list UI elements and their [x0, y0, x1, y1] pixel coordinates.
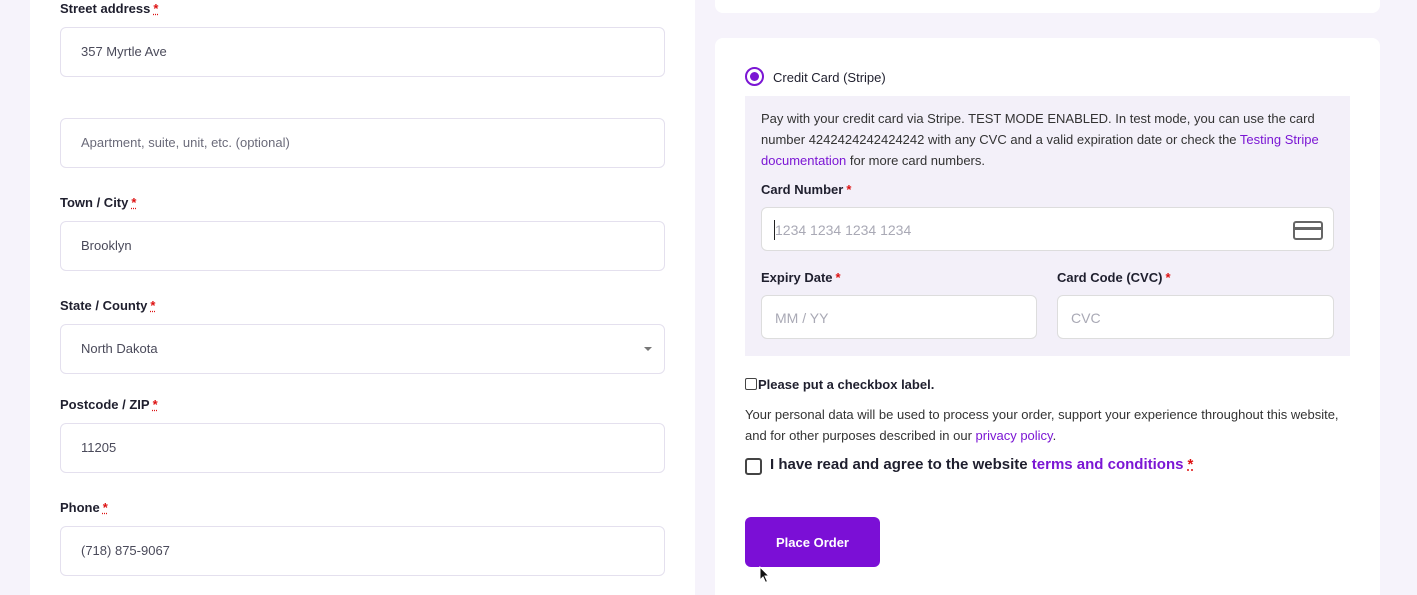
cvc-input[interactable]: CVC — [1057, 295, 1334, 339]
zip-input[interactable]: 11205 — [60, 423, 665, 473]
card-number-input[interactable]: 1234 1234 1234 1234 — [761, 207, 1334, 251]
required-mark: * — [1187, 456, 1194, 473]
card-number-placeholder: 1234 1234 1234 1234 — [775, 222, 912, 238]
required-mark: * — [150, 298, 156, 313]
zip-value: 11205 — [81, 440, 117, 455]
street-address-value: 357 Myrtle Ave — [81, 44, 167, 59]
terms-and-conditions-link[interactable]: terms and conditions — [1032, 456, 1184, 473]
generic-checkbox[interactable] — [745, 378, 757, 390]
expiry-date-input[interactable]: MM / YY — [761, 295, 1037, 339]
terms-checkbox[interactable] — [745, 458, 762, 475]
street-address-label: Street address * — [60, 1, 159, 16]
state-select[interactable]: North Dakota — [60, 324, 665, 374]
required-mark: * — [131, 195, 137, 210]
state-label: State / County * — [60, 298, 156, 313]
phone-label: Phone * — [60, 500, 108, 515]
generic-checkbox-label[interactable]: Please put a checkbox label. — [758, 377, 934, 392]
state-value: North Dakota — [81, 341, 158, 356]
privacy-policy-link[interactable]: privacy policy — [976, 428, 1053, 443]
card-number-label: Card Number * — [761, 182, 852, 197]
credit-card-method-label[interactable]: Credit Card (Stripe) — [773, 70, 886, 85]
phone-value: (718) 875-9067 — [81, 543, 170, 558]
expiry-date-placeholder: MM / YY — [775, 310, 829, 326]
city-label: Town / City * — [60, 195, 137, 210]
required-mark: * — [152, 397, 158, 412]
stripe-description: Pay with your credit card via Stripe. TE… — [761, 111, 1319, 168]
credit-card-icon — [1293, 221, 1323, 240]
city-input[interactable]: Brooklyn — [60, 221, 665, 271]
chevron-down-icon — [644, 347, 652, 351]
street-address-line2-placeholder: Apartment, suite, unit, etc. (optional) — [81, 135, 290, 150]
place-order-button[interactable]: Place Order — [745, 517, 880, 567]
cvc-label: Card Code (CVC) * — [1057, 270, 1171, 285]
cvc-placeholder: CVC — [1071, 310, 1101, 326]
expiry-date-label: Expiry Date * — [761, 270, 841, 285]
credit-card-radio[interactable] — [745, 67, 764, 86]
street-address-input[interactable]: 357 Myrtle Ave — [60, 27, 665, 77]
phone-input[interactable]: (718) 875-9067 — [60, 526, 665, 576]
mouse-pointer-icon — [759, 566, 771, 584]
city-value: Brooklyn — [81, 238, 132, 253]
order-review-card — [715, 0, 1380, 13]
terms-label[interactable]: I have read and agree to the website ter… — [770, 456, 1193, 473]
required-mark: * — [153, 1, 159, 16]
street-address-line2-input[interactable]: Apartment, suite, unit, etc. (optional) — [60, 118, 665, 168]
zip-label: Postcode / ZIP * — [60, 397, 158, 412]
privacy-notice: Your personal data will be used to proce… — [745, 407, 1339, 443]
required-mark: * — [102, 500, 108, 515]
